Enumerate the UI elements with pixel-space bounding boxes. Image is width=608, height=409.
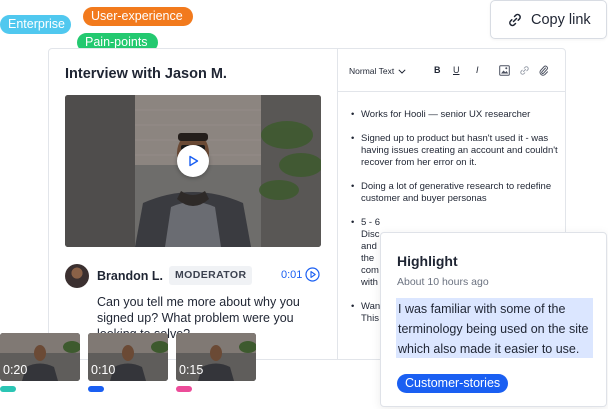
copy-link-label: Copy link: [531, 11, 591, 28]
play-button[interactable]: [177, 145, 209, 177]
interview-title: Interview with Jason M.: [65, 66, 227, 82]
highlight-popover: Highlight About 10 hours ago I was famil…: [380, 232, 607, 407]
video-player[interactable]: [65, 95, 321, 247]
chevron-down-icon: [398, 68, 406, 74]
note-item: Works for Hooli — senior UX researcher: [351, 109, 561, 121]
italic-button[interactable]: I: [476, 65, 479, 75]
image-icon[interactable]: [499, 65, 510, 76]
highlight-quote: I was familiar with some of the terminol…: [396, 298, 593, 358]
tag-enterprise[interactable]: Enterprise: [0, 15, 71, 34]
note-item: Signed up to product but hasn't used it …: [351, 133, 561, 169]
clip-color-marker: [88, 386, 104, 392]
clip-time: 0:10: [91, 363, 116, 377]
play-circle-icon[interactable]: [305, 267, 320, 282]
panel-divider: [337, 49, 338, 359]
highlight-title: Highlight: [397, 253, 458, 269]
avatar: [65, 264, 89, 288]
play-icon: [189, 155, 199, 167]
clip-color-marker: [0, 386, 16, 392]
clip-thumbnail[interactable]: 0:20: [0, 333, 80, 381]
underline-button[interactable]: U: [453, 65, 460, 75]
editor-toolbar: Normal Text B U I: [338, 49, 565, 92]
link-icon[interactable]: [519, 65, 530, 76]
speaker-name: Brandon L.: [97, 269, 163, 283]
tag-user-experience[interactable]: User-experience: [83, 7, 193, 26]
format-select-value: Normal Text: [349, 66, 395, 76]
clip-color-marker: [176, 386, 192, 392]
speaker-row: Brandon L. MODERATOR 0:01: [65, 264, 321, 288]
format-select[interactable]: Normal Text: [349, 66, 406, 76]
timestamp-link[interactable]: 0:01: [281, 269, 302, 281]
highlight-time: About 10 hours ago: [397, 276, 489, 288]
clip-time: 0:15: [179, 363, 204, 377]
clip-thumbnail[interactable]: 0:15: [176, 333, 256, 381]
tag-customer-stories[interactable]: Customer-stories: [397, 374, 509, 393]
moderator-badge: MODERATOR: [169, 266, 253, 285]
bold-button[interactable]: B: [434, 65, 441, 75]
copy-link-button[interactable]: Copy link: [490, 0, 607, 39]
note-item: Doing a lot of generative research to re…: [351, 181, 561, 205]
clip-time: 0:20: [3, 363, 28, 377]
clip-thumbnail[interactable]: 0:10: [88, 333, 168, 381]
link-icon: [509, 13, 521, 26]
attachment-icon[interactable]: [538, 65, 549, 76]
